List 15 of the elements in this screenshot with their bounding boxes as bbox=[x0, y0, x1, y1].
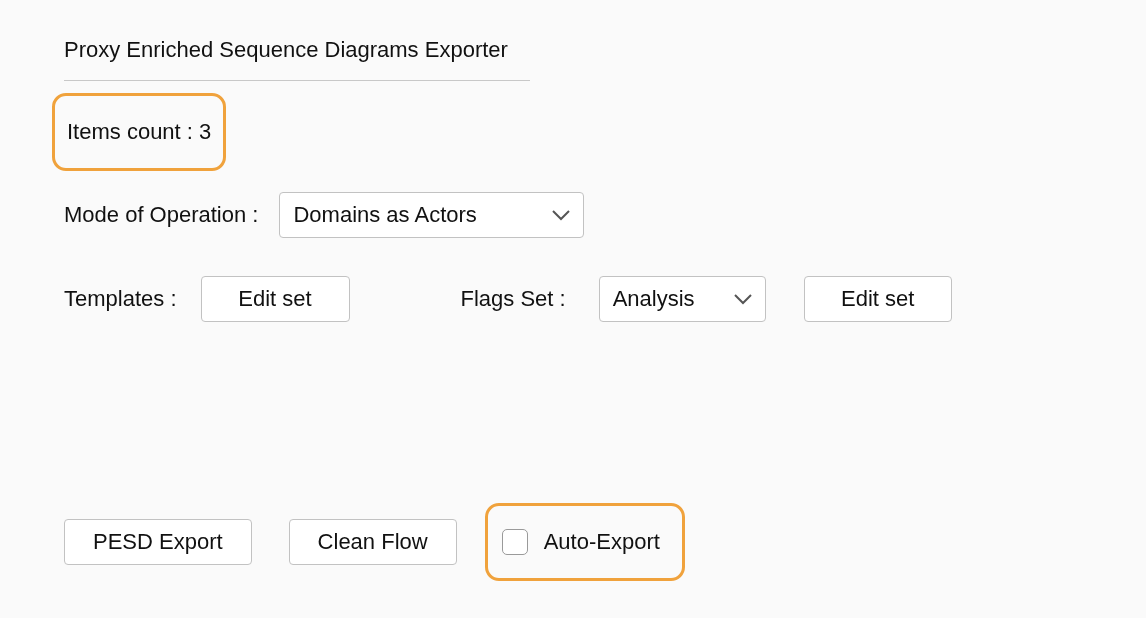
edit-set-button[interactable]: Edit set bbox=[200, 276, 350, 322]
edit-set-button[interactable]: Edit set bbox=[803, 276, 952, 322]
checkbox[interactable] bbox=[501, 529, 528, 555]
items-count-text: Items count : 3 bbox=[52, 93, 227, 171]
chevron-down-icon bbox=[732, 293, 753, 305]
mode-label: Mode of Operation : bbox=[64, 202, 259, 228]
flags-dropdown[interactable]: Analysis bbox=[598, 276, 766, 322]
mode-dropdown[interactable]: Domains as Actors bbox=[279, 192, 585, 238]
checkbox-label[interactable]: Auto-Export bbox=[543, 529, 660, 555]
action-button[interactable]: PESD Export bbox=[64, 519, 252, 565]
panel-title: Proxy Enriched Sequence Diagrams Exporter bbox=[64, 36, 530, 81]
chevron-down-icon bbox=[551, 209, 572, 221]
templates-label: Templates : bbox=[64, 286, 177, 312]
flags-set-label: Flags Set : bbox=[460, 286, 566, 312]
action-button[interactable]: Clean Flow bbox=[288, 519, 457, 565]
